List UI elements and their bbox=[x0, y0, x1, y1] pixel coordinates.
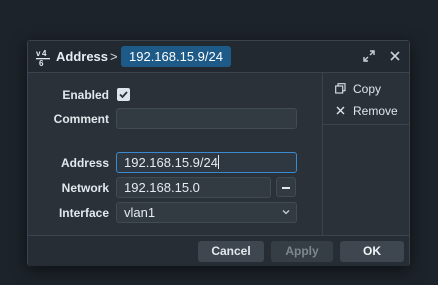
address-field[interactable]: 192.168.15.9/24 bbox=[116, 152, 297, 173]
enabled-checkbox[interactable] bbox=[117, 88, 130, 101]
remove-label: Remove bbox=[353, 104, 398, 118]
svg-text:v: v bbox=[36, 49, 41, 58]
breadcrumb-current-item: 192.168.15.9/24 bbox=[121, 46, 231, 67]
network-label: Network bbox=[61, 181, 109, 195]
comment-label: Comment bbox=[53, 112, 109, 126]
remove-icon bbox=[336, 106, 345, 115]
dialog-titlebar[interactable]: v 4 6 Address > 192.168.15.9/24 bbox=[28, 41, 409, 73]
interface-value: vlan1 bbox=[124, 205, 156, 220]
copy-icon bbox=[335, 83, 346, 94]
ok-button[interactable]: OK bbox=[340, 241, 404, 262]
close-icon[interactable] bbox=[388, 49, 402, 63]
address-value: 192.168.15.9/24 bbox=[124, 155, 218, 170]
svg-text:4: 4 bbox=[42, 49, 47, 58]
comment-field[interactable] bbox=[116, 108, 297, 129]
interface-label: Interface bbox=[58, 206, 109, 220]
address-label: Address bbox=[60, 156, 109, 170]
ipv4-icon: v 4 6 bbox=[36, 49, 50, 67]
text-caret bbox=[217, 155, 219, 169]
actions-sidebar: Copy Remove bbox=[322, 73, 410, 235]
enabled-label: Enabled bbox=[62, 88, 109, 102]
copy-label: Copy bbox=[353, 82, 382, 96]
dialog-footer: Cancel Apply OK bbox=[28, 235, 409, 266]
breadcrumb-section[interactable]: Address bbox=[56, 49, 108, 64]
cancel-button[interactable]: Cancel bbox=[198, 241, 264, 262]
breadcrumb-separator: > bbox=[110, 49, 118, 64]
address-dialog: v 4 6 Address > 192.168.15.9/24 Enabled … bbox=[27, 40, 410, 266]
restore-icon[interactable] bbox=[362, 49, 376, 63]
checkmark-icon bbox=[119, 91, 128, 99]
sidebar-divider bbox=[323, 124, 410, 125]
remove-network-button[interactable] bbox=[276, 177, 296, 197]
address-form: Enabled Comment Address 192.168.15.9/24 … bbox=[28, 73, 322, 235]
interface-select[interactable]: vlan1 bbox=[116, 202, 297, 223]
chevron-down-icon bbox=[282, 210, 290, 215]
network-field[interactable]: 192.168.15.0 bbox=[116, 177, 271, 198]
apply-button[interactable]: Apply bbox=[271, 241, 333, 262]
svg-text:6: 6 bbox=[39, 59, 44, 67]
